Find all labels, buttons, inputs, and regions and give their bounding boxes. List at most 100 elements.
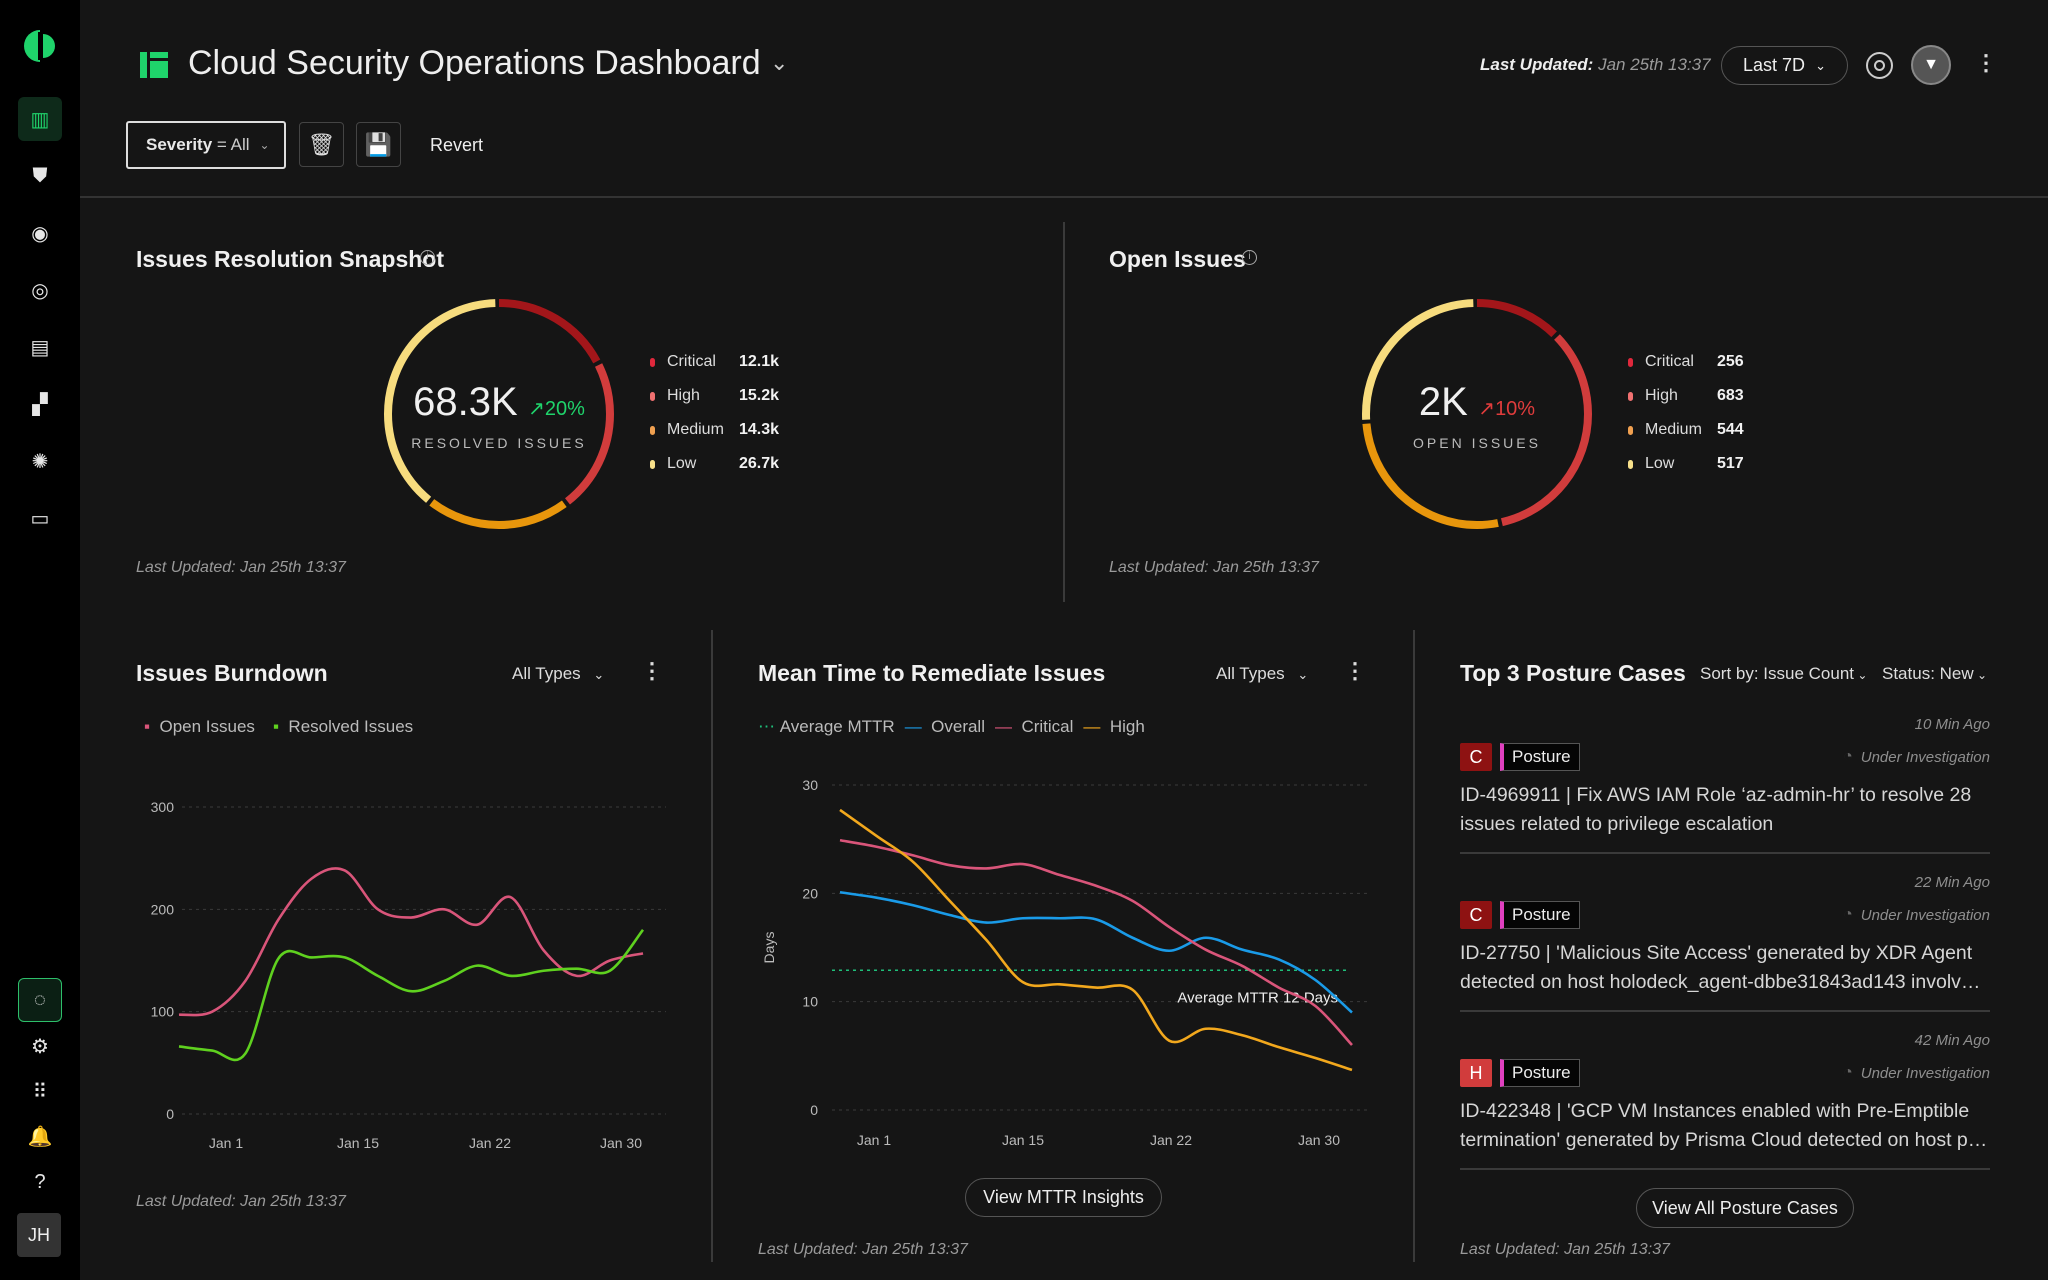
modules-icon: ▞ bbox=[32, 393, 48, 416]
open-total: 2K bbox=[1418, 380, 1468, 424]
info-icon[interactable]: i bbox=[420, 250, 435, 265]
sidebar-item-modules[interactable]: ▞ bbox=[18, 382, 62, 426]
avatar[interactable]: JH bbox=[17, 1213, 61, 1257]
mttr-legend: ⋯ Average MTTR — Overall — Critical — Hi… bbox=[758, 717, 1145, 737]
sidebar-item-network[interactable]: ✺ bbox=[18, 439, 62, 483]
save-button[interactable]: 💾 bbox=[356, 122, 401, 167]
severity-badge: H bbox=[1460, 1059, 1492, 1087]
legend-high: High 683 bbox=[1628, 387, 1744, 405]
floppy-disk-icon: 💾 bbox=[364, 131, 393, 157]
divider bbox=[711, 630, 713, 1262]
dashboard-icon: ▥ bbox=[30, 108, 50, 131]
divider bbox=[80, 196, 2048, 198]
mttr-more-icon[interactable]: ⋮ bbox=[1344, 658, 1366, 684]
posture-case-item[interactable]: 42 Min Ago H Posture ◔ Under Investigati… bbox=[1460, 1032, 1990, 1170]
x-tick-label: Jan 15 bbox=[1002, 1132, 1044, 1148]
burndown-more-icon[interactable]: ⋮ bbox=[641, 658, 663, 684]
posture-case-item[interactable]: 22 Min Ago C Posture ◔ Under Investigati… bbox=[1460, 874, 1990, 1012]
case-description[interactable]: ID-4969911 | Fix AWS IAM Role ‘az-admin-… bbox=[1460, 781, 1990, 839]
legend-dot bbox=[650, 459, 655, 469]
view-all-posture-cases-button[interactable]: View All Posture Cases bbox=[1636, 1188, 1854, 1228]
divider bbox=[1063, 222, 1065, 602]
eye-icon: ◉ bbox=[31, 222, 49, 245]
x-tick-label: Jan 1 bbox=[209, 1135, 243, 1151]
clock-icon: ◔ bbox=[1843, 748, 1853, 765]
chevron-down-icon: ⌄ bbox=[1297, 667, 1309, 682]
case-time: 22 Min Ago bbox=[1914, 874, 1990, 891]
status-dropdown[interactable]: Status: New ⌄ bbox=[1882, 664, 1987, 684]
clock-icon: ◔ bbox=[1843, 906, 1853, 923]
resolved-total: 68.3K bbox=[413, 380, 518, 424]
legend-open-issues: ▪ Open Issues bbox=[144, 717, 255, 736]
resolved-trend: 20% bbox=[544, 398, 585, 420]
open-trend: 10% bbox=[1495, 398, 1536, 420]
sidebar-item-eye[interactable]: ◉ bbox=[18, 211, 62, 255]
sidebar-item-apps-grid[interactable]: ⠿ bbox=[18, 1069, 62, 1113]
series-line-high[interactable] bbox=[839, 808, 1353, 1072]
y-tick-label: 300 bbox=[151, 799, 175, 815]
time-range-dropdown[interactable]: Last 7D ⌄ bbox=[1721, 46, 1848, 85]
sort-dropdown[interactable]: Sort by: Issue Count ⌄ bbox=[1700, 664, 1867, 684]
series-line-resolved-issues[interactable] bbox=[178, 928, 645, 1062]
chevron-down-icon: ⌄ bbox=[259, 138, 270, 152]
sidebar-item-radar[interactable]: ◌ bbox=[18, 978, 62, 1022]
mttr-type-dropdown[interactable]: All Types ⌄ bbox=[1216, 664, 1308, 684]
sidebar-item-target[interactable]: ◎ bbox=[18, 268, 62, 312]
divider bbox=[1413, 630, 1415, 1262]
more-options-icon[interactable]: ⋮ bbox=[1975, 50, 1997, 76]
resolved-label: RESOLVED ISSUES bbox=[411, 435, 587, 451]
case-status: Under Investigation bbox=[1860, 906, 1990, 924]
legend-dot bbox=[650, 425, 655, 435]
legend-low: Low 517 bbox=[1628, 455, 1744, 473]
posture-case-item[interactable]: 10 Min Ago C Posture ◔ Under Investigati… bbox=[1460, 716, 1990, 854]
view-mttr-insights-button[interactable]: View MTTR Insights bbox=[965, 1178, 1162, 1217]
severity-filter-chip[interactable]: Severity = All ⌄ bbox=[126, 121, 286, 169]
case-type-tag: Posture bbox=[1500, 901, 1580, 929]
filter-icon[interactable]: ▼ bbox=[1911, 45, 1951, 85]
gear-icon: ⚙ bbox=[31, 1035, 49, 1058]
trash-icon: 🗑 bbox=[307, 131, 336, 157]
y-tick-label: 30 bbox=[802, 777, 818, 793]
info-icon[interactable]: i bbox=[1242, 250, 1257, 265]
posture-last-updated: Last Updated: Jan 25th 13:37 bbox=[1460, 1241, 1670, 1258]
sidebar-item-inbox[interactable]: ▭ bbox=[18, 496, 62, 540]
legend-dot bbox=[1628, 459, 1633, 469]
page-title: Cloud Security Operations Dashboard bbox=[188, 44, 761, 82]
case-status: Under Investigation bbox=[1860, 748, 1990, 766]
legend-resolved-issues: ▪ Resolved Issues bbox=[272, 717, 414, 736]
series-line-open-issues[interactable] bbox=[178, 867, 644, 1017]
inbox-icon: ▭ bbox=[30, 507, 50, 530]
revert-button[interactable]: Revert bbox=[430, 135, 483, 156]
legend-high: — High bbox=[1083, 717, 1145, 736]
target-icon[interactable] bbox=[1866, 52, 1893, 79]
legend-medium: Medium 544 bbox=[1628, 421, 1744, 439]
divider bbox=[1460, 1168, 1990, 1170]
open-label: OPEN ISSUES bbox=[1413, 435, 1541, 451]
sidebar-item-help[interactable]: ? bbox=[18, 1160, 62, 1204]
x-tick-label: Jan 15 bbox=[337, 1135, 379, 1151]
mttr-chart: 0102030Jan 1 Jan 15 Jan 22 Jan 30DaysAverag… bbox=[761, 777, 1368, 1148]
sidebar-item-clipboard[interactable]: ▤ bbox=[18, 325, 62, 369]
sidebar-item-dashboard[interactable]: ▥ bbox=[18, 97, 62, 141]
burndown-legend: ▪ Open Issues ▪ Resolved Issues bbox=[144, 717, 413, 737]
title-chevron-down-icon[interactable]: ⌄ bbox=[770, 50, 788, 76]
open-issues-title: Open Issues bbox=[1109, 246, 1246, 272]
sidebar-item-gear[interactable]: ⚙ bbox=[18, 1024, 62, 1068]
case-description[interactable]: ID-27750 | 'Malicious Site Access' gener… bbox=[1460, 939, 1990, 997]
header-last-updated: Last Updated: Jan 25th 13:37 bbox=[1480, 55, 1711, 74]
burndown-type-dropdown[interactable]: All Types ⌄ bbox=[512, 664, 604, 684]
delete-button[interactable]: 🗑 bbox=[299, 122, 344, 167]
legend-dot bbox=[1628, 357, 1633, 367]
burndown-title: Issues Burndown bbox=[136, 660, 328, 686]
sidebar-item-bell[interactable]: 🔔 bbox=[18, 1114, 62, 1158]
divider bbox=[1460, 1010, 1990, 1012]
legend-critical: — Critical bbox=[995, 717, 1074, 736]
case-description[interactable]: ID-422348 | 'GCP VM Instances enabled wi… bbox=[1460, 1097, 1990, 1155]
y-tick-label: 0 bbox=[166, 1106, 174, 1122]
case-type-tag: Posture bbox=[1500, 1059, 1580, 1087]
x-tick-label: Jan 1 bbox=[857, 1132, 891, 1148]
series-line-critical[interactable] bbox=[839, 838, 1353, 1046]
sidebar-item-shield-alert[interactable]: ⛊ bbox=[18, 154, 62, 198]
app-logo[interactable] bbox=[24, 28, 56, 64]
x-tick-label: Jan 22 bbox=[469, 1135, 511, 1151]
